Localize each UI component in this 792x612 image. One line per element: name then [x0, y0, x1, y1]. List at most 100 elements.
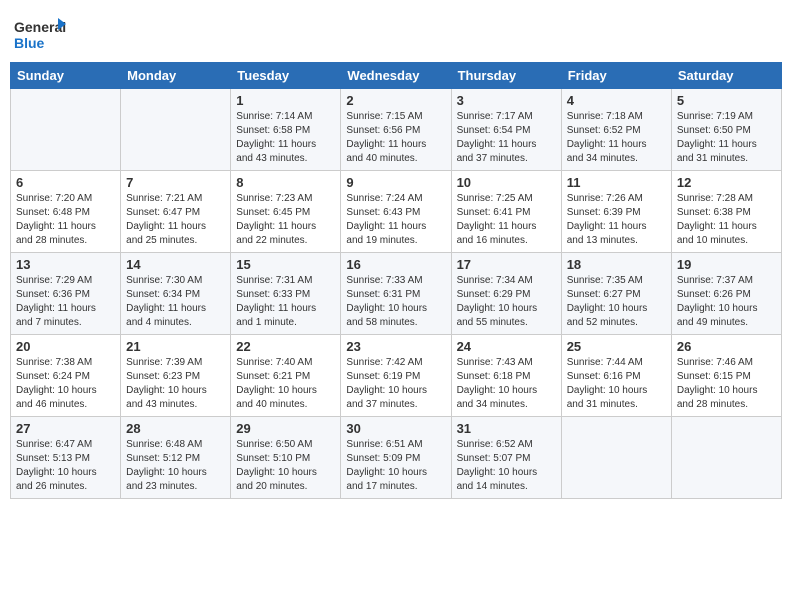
page-header: General Blue: [10, 10, 782, 54]
day-number: 13: [16, 257, 115, 272]
col-header-sunday: Sunday: [11, 63, 121, 89]
week-row-3: 13 Sunrise: 7:29 AM Sunset: 6:36 PM Dayli…: [11, 253, 782, 335]
week-row-5: 27 Sunrise: 6:47 AM Sunset: 5:13 PM Dayli…: [11, 417, 782, 499]
day-cell: 6 Sunrise: 7:20 AM Sunset: 6:48 PM Daylig…: [11, 171, 121, 253]
day-number: 27: [16, 421, 115, 436]
day-cell: 12 Sunrise: 7:28 AM Sunset: 6:38 PM Dayli…: [671, 171, 781, 253]
day-info: Sunrise: 6:47 AM Sunset: 5:13 PM Dayligh…: [16, 438, 115, 494]
day-info: Sunrise: 7:42 AM Sunset: 6:19 PM Dayligh…: [346, 356, 445, 412]
day-cell: 8Sunrise: 7:23 AM Sunset: 6:45 PM Daylig…: [231, 171, 341, 253]
day-info: Sunrise: 7:14 AM Sunset: 6:58 PM Dayligh…: [236, 110, 335, 166]
day-info: Sunrise: 7:34 AM Sunset: 6:29 PM Dayligh…: [457, 274, 556, 330]
day-cell: 27 Sunrise: 6:47 AM Sunset: 5:13 PM Dayli…: [11, 417, 121, 499]
day-number: 5: [677, 93, 776, 108]
day-info: Sunrise: 7:35 AM Sunset: 6:27 PM Dayligh…: [567, 274, 666, 330]
day-info: Sunrise: 6:51 AM Sunset: 5:09 PM Dayligh…: [346, 438, 445, 494]
col-header-tuesday: Tuesday: [231, 63, 341, 89]
day-info: Sunrise: 7:43 AM Sunset: 6:18 PM Dayligh…: [457, 356, 556, 412]
day-cell: 11 Sunrise: 7:26 AM Sunset: 6:39 PM Dayli…: [561, 171, 671, 253]
day-cell: 1 Sunrise: 7:14 AM Sunset: 6:58 PM Daylig…: [231, 89, 341, 171]
day-info: Sunrise: 7:33 AM Sunset: 6:31 PM Dayligh…: [346, 274, 445, 330]
day-number: 20: [16, 339, 115, 354]
day-info: Sunrise: 7:38 AM Sunset: 6:24 PM Dayligh…: [16, 356, 115, 412]
day-number: 22: [236, 339, 335, 354]
day-cell: 14 Sunrise: 7:30 AM Sunset: 6:34 PM Dayli…: [121, 253, 231, 335]
day-number: 14: [126, 257, 225, 272]
day-number: 26: [677, 339, 776, 354]
day-number: 16: [346, 257, 445, 272]
day-cell: [561, 417, 671, 499]
day-number: 28: [126, 421, 225, 436]
day-info: Sunrise: 6:50 AM Sunset: 5:10 PM Dayligh…: [236, 438, 335, 494]
day-cell: 21 Sunrise: 7:39 AM Sunset: 6:23 PM Dayli…: [121, 335, 231, 417]
day-info: Sunrise: 6:48 AM Sunset: 5:12 PM Dayligh…: [126, 438, 225, 494]
col-header-friday: Friday: [561, 63, 671, 89]
day-info: Sunrise: 7:29 AM Sunset: 6:36 PM Dayligh…: [16, 274, 115, 330]
day-number: 7: [126, 175, 225, 190]
day-info: Sunrise: 7:20 AM Sunset: 6:48 PM Dayligh…: [16, 192, 115, 248]
svg-text:Blue: Blue: [14, 35, 45, 51]
day-cell: [11, 89, 121, 171]
day-number: 25: [567, 339, 666, 354]
logo: General Blue: [14, 14, 66, 54]
day-info: Sunrise: 7:21 AM Sunset: 6:47 PM Dayligh…: [126, 192, 225, 248]
day-number: 11: [567, 175, 666, 190]
day-number: 29: [236, 421, 335, 436]
day-cell: 3Sunrise: 7:17 AM Sunset: 6:54 PM Daylig…: [451, 89, 561, 171]
day-info: Sunrise: 7:44 AM Sunset: 6:16 PM Dayligh…: [567, 356, 666, 412]
day-cell: 9Sunrise: 7:24 AM Sunset: 6:43 PM Daylig…: [341, 171, 451, 253]
day-number: 12: [677, 175, 776, 190]
day-number: 30: [346, 421, 445, 436]
day-info: Sunrise: 7:46 AM Sunset: 6:15 PM Dayligh…: [677, 356, 776, 412]
day-info: Sunrise: 7:24 AM Sunset: 6:43 PM Dayligh…: [346, 192, 445, 248]
day-cell: 30 Sunrise: 6:51 AM Sunset: 5:09 PM Dayli…: [341, 417, 451, 499]
day-cell: 26 Sunrise: 7:46 AM Sunset: 6:15 PM Dayli…: [671, 335, 781, 417]
day-cell: 20 Sunrise: 7:38 AM Sunset: 6:24 PM Dayli…: [11, 335, 121, 417]
day-number: 18: [567, 257, 666, 272]
day-info: Sunrise: 7:26 AM Sunset: 6:39 PM Dayligh…: [567, 192, 666, 248]
day-number: 15: [236, 257, 335, 272]
day-number: 17: [457, 257, 556, 272]
day-info: Sunrise: 7:28 AM Sunset: 6:38 PM Dayligh…: [677, 192, 776, 248]
day-number: 19: [677, 257, 776, 272]
day-cell: 4 Sunrise: 7:18 AM Sunset: 6:52 PM Daylig…: [561, 89, 671, 171]
day-cell: 22Sunrise: 7:40 AM Sunset: 6:21 PM Dayli…: [231, 335, 341, 417]
col-header-monday: Monday: [121, 63, 231, 89]
day-cell: 29 Sunrise: 6:50 AM Sunset: 5:10 PM Dayli…: [231, 417, 341, 499]
day-number: 1: [236, 93, 335, 108]
day-info: Sunrise: 7:23 AM Sunset: 6:45 PM Dayligh…: [236, 192, 335, 248]
day-cell: 28 Sunrise: 6:48 AM Sunset: 5:12 PM Dayli…: [121, 417, 231, 499]
day-info: Sunrise: 7:37 AM Sunset: 6:26 PM Dayligh…: [677, 274, 776, 330]
day-number: 6: [16, 175, 115, 190]
day-cell: 16 Sunrise: 7:33 AM Sunset: 6:31 PM Dayli…: [341, 253, 451, 335]
day-cell: 25 Sunrise: 7:44 AM Sunset: 6:16 PM Dayli…: [561, 335, 671, 417]
day-cell: 2 Sunrise: 7:15 AM Sunset: 6:56 PM Daylig…: [341, 89, 451, 171]
calendar-table: SundayMondayTuesdayWednesdayThursdayFrid…: [10, 62, 782, 499]
day-cell: 19 Sunrise: 7:37 AM Sunset: 6:26 PM Dayli…: [671, 253, 781, 335]
day-cell: 31Sunrise: 6:52 AM Sunset: 5:07 PM Dayli…: [451, 417, 561, 499]
day-cell: [121, 89, 231, 171]
day-cell: 13 Sunrise: 7:29 AM Sunset: 6:36 PM Dayli…: [11, 253, 121, 335]
day-info: Sunrise: 7:17 AM Sunset: 6:54 PM Dayligh…: [457, 110, 556, 166]
day-info: Sunrise: 7:31 AM Sunset: 6:33 PM Dayligh…: [236, 274, 335, 330]
day-cell: 10Sunrise: 7:25 AM Sunset: 6:41 PM Dayli…: [451, 171, 561, 253]
week-row-2: 6 Sunrise: 7:20 AM Sunset: 6:48 PM Daylig…: [11, 171, 782, 253]
day-number: 2: [346, 93, 445, 108]
day-info: Sunrise: 7:39 AM Sunset: 6:23 PM Dayligh…: [126, 356, 225, 412]
day-info: Sunrise: 7:15 AM Sunset: 6:56 PM Dayligh…: [346, 110, 445, 166]
header-row: SundayMondayTuesdayWednesdayThursdayFrid…: [11, 63, 782, 89]
day-cell: 5 Sunrise: 7:19 AM Sunset: 6:50 PM Daylig…: [671, 89, 781, 171]
day-cell: 17 Sunrise: 7:34 AM Sunset: 6:29 PM Dayli…: [451, 253, 561, 335]
day-info: Sunrise: 7:30 AM Sunset: 6:34 PM Dayligh…: [126, 274, 225, 330]
col-header-saturday: Saturday: [671, 63, 781, 89]
week-row-4: 20 Sunrise: 7:38 AM Sunset: 6:24 PM Dayli…: [11, 335, 782, 417]
day-info: Sunrise: 7:19 AM Sunset: 6:50 PM Dayligh…: [677, 110, 776, 166]
logo-svg: General Blue: [14, 14, 66, 54]
day-info: Sunrise: 7:18 AM Sunset: 6:52 PM Dayligh…: [567, 110, 666, 166]
day-number: 24: [457, 339, 556, 354]
day-number: 23: [346, 339, 445, 354]
day-number: 4: [567, 93, 666, 108]
week-row-1: 1 Sunrise: 7:14 AM Sunset: 6:58 PM Daylig…: [11, 89, 782, 171]
day-info: Sunrise: 6:52 AM Sunset: 5:07 PM Dayligh…: [457, 438, 556, 494]
day-number: 21: [126, 339, 225, 354]
